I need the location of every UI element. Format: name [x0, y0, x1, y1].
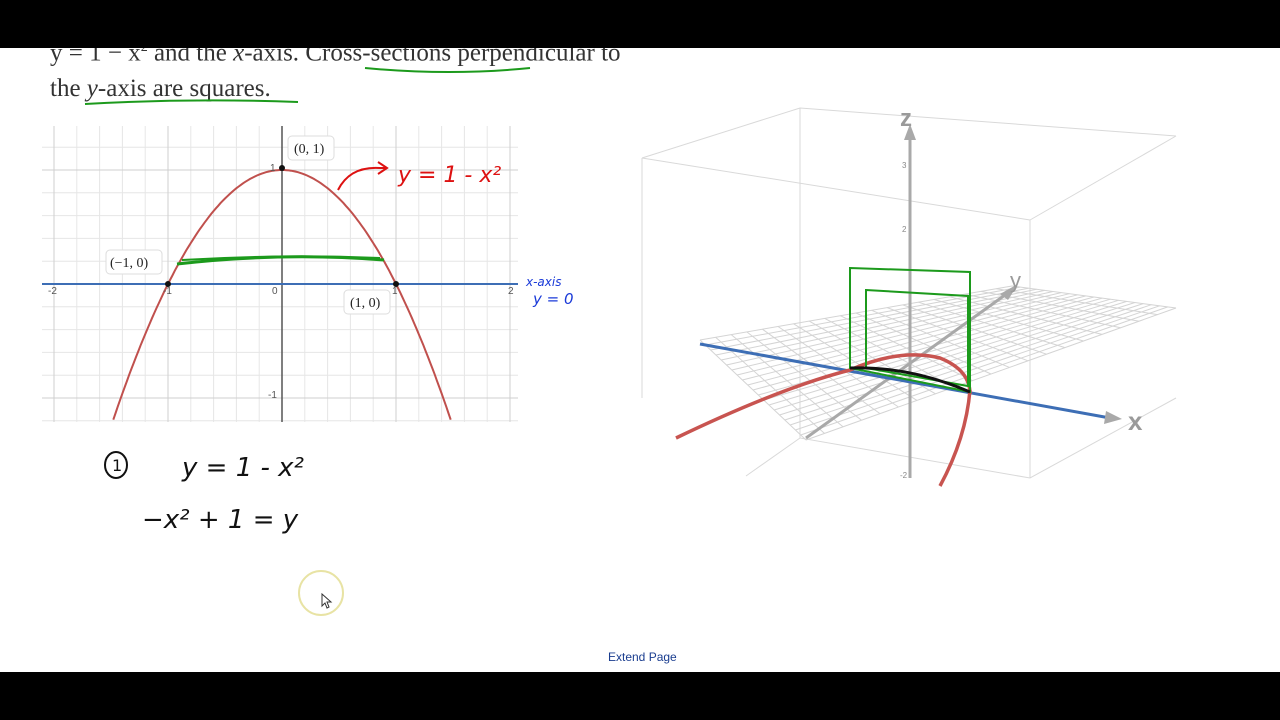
video-letterbox-bottom	[0, 672, 1280, 720]
step-number: 1	[112, 456, 122, 475]
equation-step-1: y = 1 - x²	[181, 453, 304, 483]
z-tick-label: 2	[902, 225, 907, 234]
x-axis-label: x	[1128, 406, 1143, 436]
z-axis-label: z	[900, 105, 912, 132]
video-letterbox-top	[0, 0, 1280, 48]
curve-equation-label: y = 1 - x²	[397, 163, 501, 188]
x-axis-arrow	[1104, 411, 1122, 424]
arrow-stroke	[337, 166, 386, 191]
equation-step-2: −x² + 1 = y	[142, 505, 299, 535]
z-tick-label: -2	[900, 471, 908, 480]
x-axis-handwritten-label: x-axis	[525, 275, 561, 289]
x-axis-equation: y = 0	[532, 290, 574, 308]
mouse-cursor-icon	[321, 593, 333, 609]
extend-page-link[interactable]: Extend Page	[608, 650, 677, 664]
whiteboard-page: y = 1 − x2 and the x-axis. Cross-section…	[0, 48, 1280, 672]
y-axis-label: y	[1010, 268, 1021, 293]
z-tick-label: 3	[902, 161, 907, 170]
graph-3d: z y x 3 2 -2	[641, 105, 1177, 487]
parabola-3d-curve	[938, 389, 972, 487]
